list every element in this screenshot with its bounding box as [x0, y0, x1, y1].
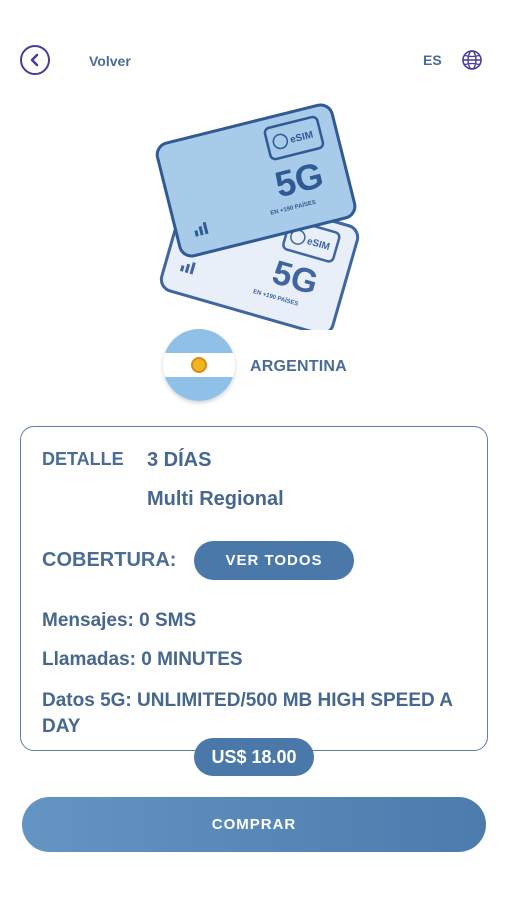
- chevron-left-icon: [30, 53, 39, 67]
- detail-label: DETALLE: [42, 449, 124, 469]
- sun-of-may-icon: [191, 357, 207, 373]
- plan-region: Multi Regional: [147, 488, 284, 510]
- data-info: Datos 5G: UNLIMITED/500 MB HIGH SPEED A …: [42, 690, 453, 737]
- globe-icon[interactable]: [461, 49, 483, 71]
- esim-cards-illustration: eSIM 5G EN +190 PAÍSES eSIM 5G EN +190 P…: [155, 103, 360, 330]
- view-all-coverage-button[interactable]: VER TODOS: [194, 541, 354, 580]
- calls-info: Llamadas: 0 MINUTES: [42, 649, 243, 670]
- back-button[interactable]: [20, 45, 50, 75]
- buy-button[interactable]: COMPRAR: [22, 797, 486, 852]
- coverage-label: COBERTURA:: [42, 549, 177, 571]
- language-selector[interactable]: ES: [423, 52, 442, 68]
- back-label[interactable]: Volver: [89, 53, 131, 69]
- plan-duration: 3 DÍAS: [147, 449, 212, 471]
- country-name: ARGENTINA: [250, 358, 347, 375]
- plan-detail-card: DETALLE 3 DÍAS Multi Regional COBERTURA:…: [20, 426, 488, 751]
- price-badge: US$ 18.00: [194, 738, 314, 776]
- status-bar: [0, 0, 507, 24]
- argentina-flag-icon: [163, 329, 235, 401]
- messages-info: Mensajes: 0 SMS: [42, 610, 197, 631]
